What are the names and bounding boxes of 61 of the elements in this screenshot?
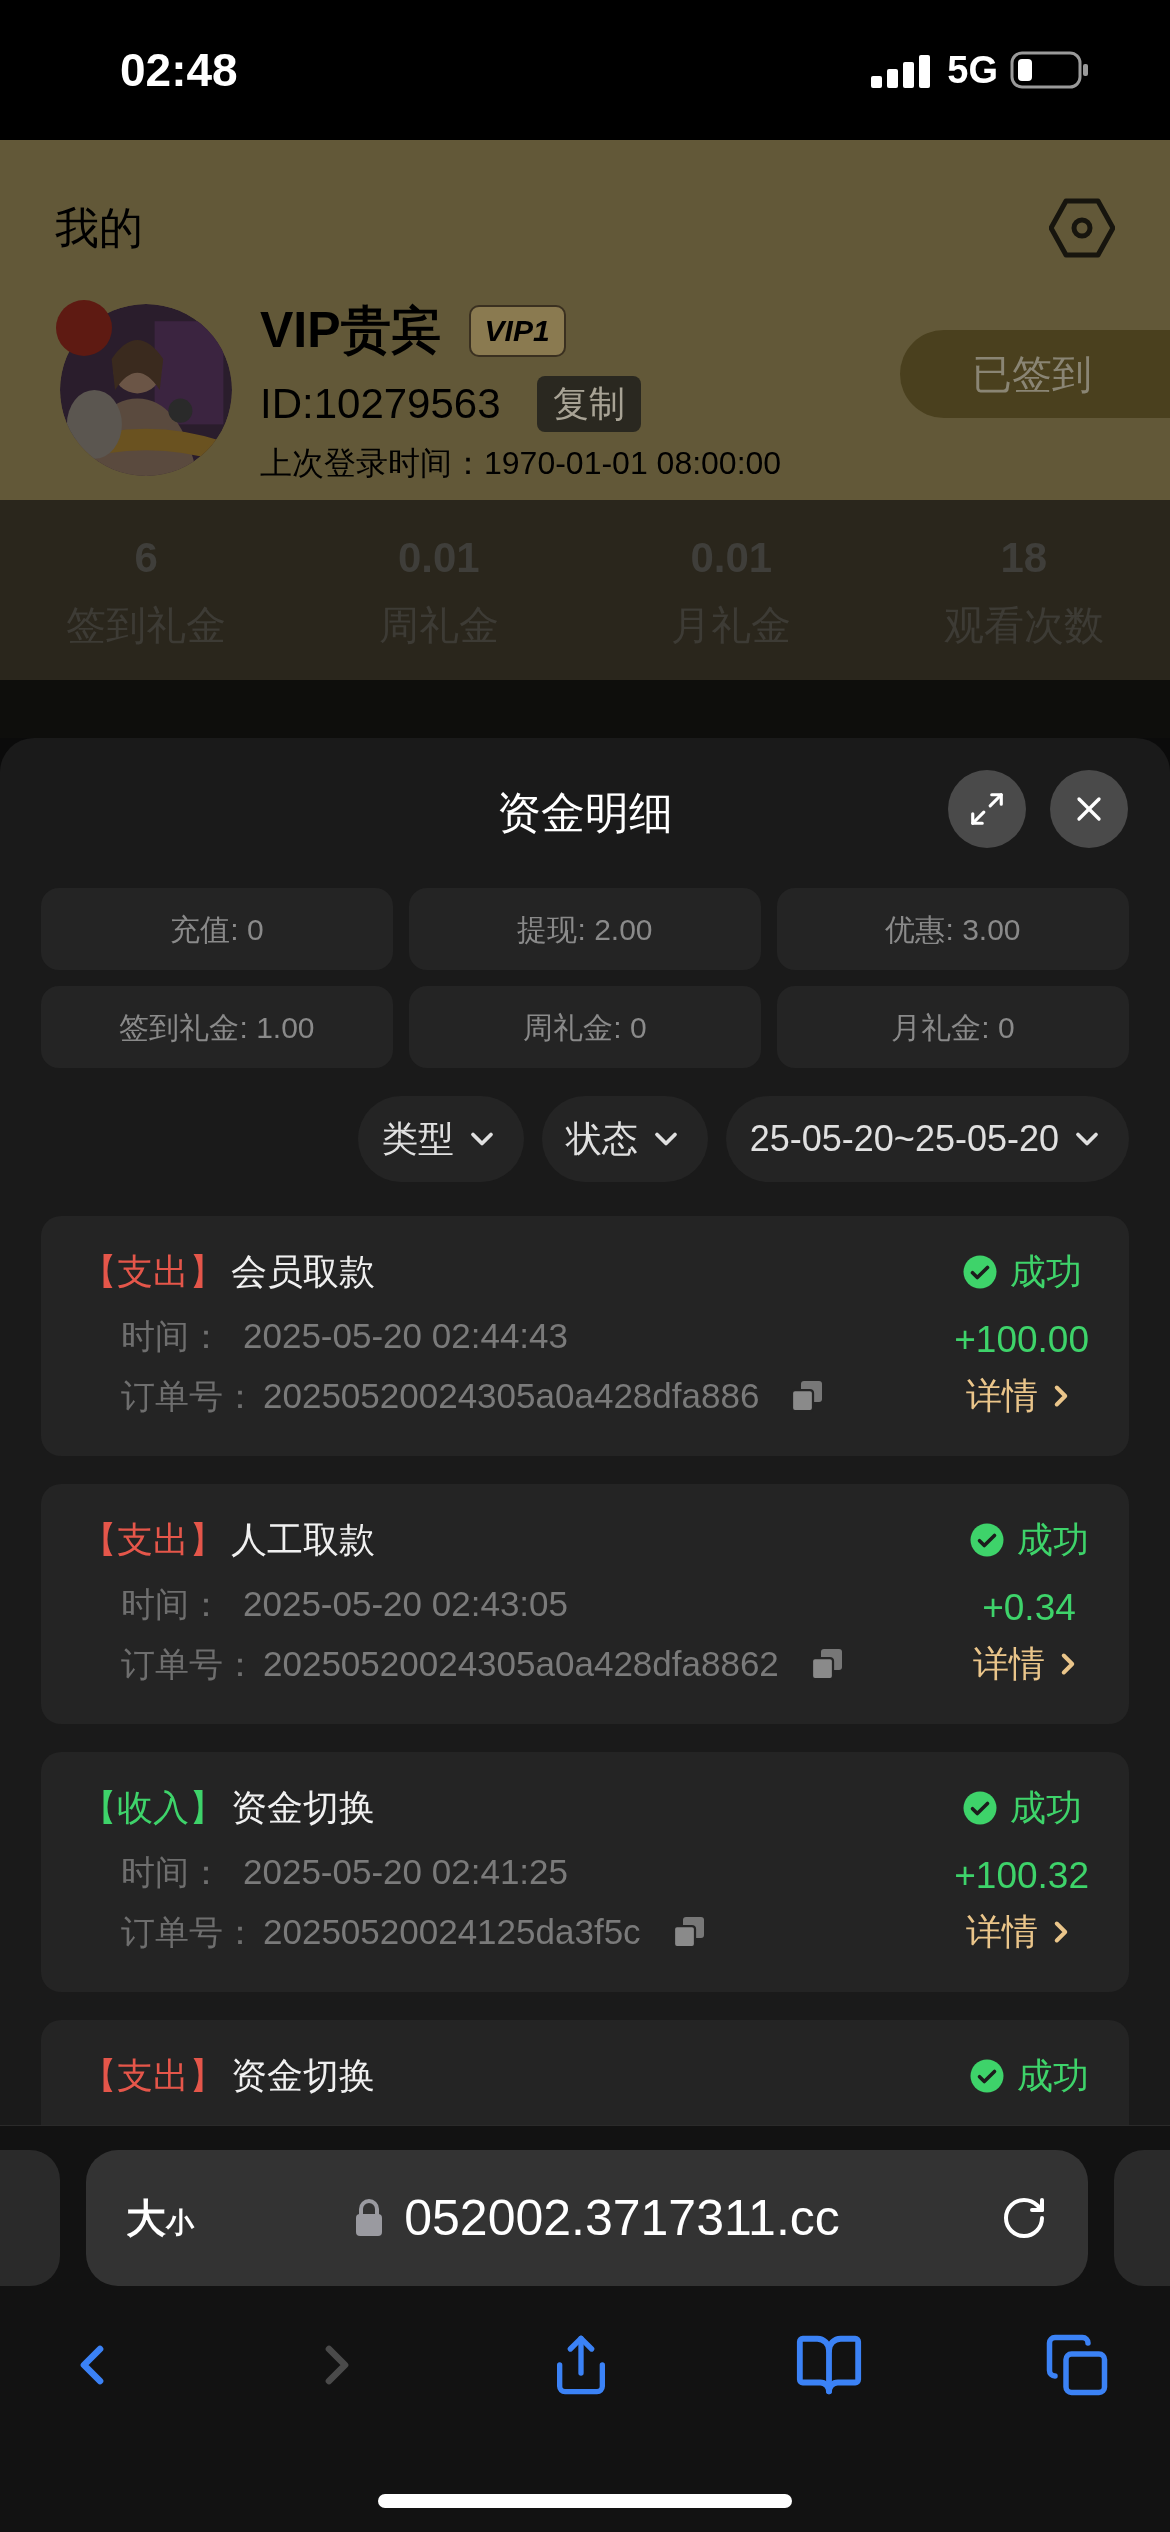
url-text: 052002.3717311.cc <box>404 2188 840 2248</box>
sheet-title: 资金明细 <box>497 787 673 839</box>
summary-tile: 月礼金: 0 <box>777 986 1129 1068</box>
type-tag: 【收入】 <box>81 1781 225 1835</box>
details-link[interactable]: 详情 <box>973 1640 1085 1688</box>
order-label: 订单号： <box>121 1643 257 1685</box>
text-size-button[interactable]: 大小 <box>126 2188 194 2248</box>
summary-tile: 签到礼金: 1.00 <box>41 986 393 1068</box>
user-name: VIP贵宾 <box>260 301 441 360</box>
time-label: 时间： <box>121 1851 223 1893</box>
transaction-title: 资金切换 <box>231 1786 375 1830</box>
summary-tile: 充值: 0 <box>41 888 393 970</box>
summary-tile: 周礼金: 0 <box>409 986 761 1068</box>
lock-icon <box>354 2198 385 2238</box>
page-title: 我的 <box>55 201 143 254</box>
transaction-title: 人工取款 <box>231 1518 375 1562</box>
amount-text: +100.00 <box>954 1318 1089 1360</box>
status-time: 02:48 <box>120 42 238 98</box>
type-tag: 【支出】 <box>81 1245 225 1299</box>
order-number: 20250520024125da3f5c <box>263 1910 641 1953</box>
copy-button[interactable]: 复制 <box>536 375 641 432</box>
order-number: 20250520024305a0a428dfa8862 <box>263 1642 779 1685</box>
tabs-icon[interactable] <box>1044 2332 1110 2398</box>
status-text: 成功 <box>1009 1786 1082 1830</box>
summary-tile: 提现: 2.00 <box>409 888 761 970</box>
order-label: 订单号： <box>121 1911 257 1953</box>
amount-text: +100.32 <box>954 1854 1089 1896</box>
filter-dropdown[interactable]: 类型 <box>357 1096 524 1182</box>
type-tag: 【支出】 <box>81 1513 225 1567</box>
last-login-text: 上次登录时间：1970-01-01 08:00:00 <box>260 444 783 483</box>
transaction-title: 会员取款 <box>231 1250 375 1294</box>
address-bar[interactable]: 大小 052002.3717311.cc <box>86 2150 1088 2286</box>
details-link[interactable]: 详情 <box>965 1372 1078 1420</box>
battery-icon <box>1010 51 1090 89</box>
time-value: 2025-05-20 02:43:05 <box>243 1582 568 1625</box>
time-label: 时间： <box>121 1583 223 1625</box>
time-value: 2025-05-20 02:41:25 <box>243 1850 568 1893</box>
flag-icon <box>56 300 112 356</box>
transaction-title: 资金切换 <box>231 2054 375 2098</box>
expand-icon <box>968 790 1006 828</box>
check-circle-icon <box>961 1790 998 1826</box>
vip-badge: VIP1 <box>468 304 566 357</box>
time-value: 2025-05-20 02:44:43 <box>243 1314 568 1357</box>
type-tag: 【支出】 <box>81 2049 225 2103</box>
status-text: 成功 <box>1017 2054 1089 2098</box>
filter-dropdown[interactable]: 状态 <box>541 1096 708 1182</box>
order-number: 20250520024305a0a428dfa886 <box>263 1374 760 1417</box>
summary-tile: 优惠: 3.00 <box>777 888 1129 970</box>
check-circle-icon <box>961 1254 998 1290</box>
status-text: 成功 <box>1017 1518 1089 1562</box>
settings-icon[interactable] <box>1049 197 1115 258</box>
order-label: 订单号： <box>121 1375 257 1417</box>
amount-text: +0.34 <box>982 1586 1076 1628</box>
time-label: 时间： <box>121 1315 223 1357</box>
check-circle-icon <box>969 2058 1005 2094</box>
filter-dropdown[interactable]: 25-05-20~25-05-20 <box>725 1096 1129 1182</box>
details-link[interactable]: 详情 <box>965 1908 1078 1956</box>
check-circle-icon <box>969 1522 1005 1558</box>
user-id: ID:10279563 <box>260 379 501 429</box>
network-label: 5G <box>947 47 998 93</box>
status-text: 成功 <box>1009 1250 1082 1294</box>
